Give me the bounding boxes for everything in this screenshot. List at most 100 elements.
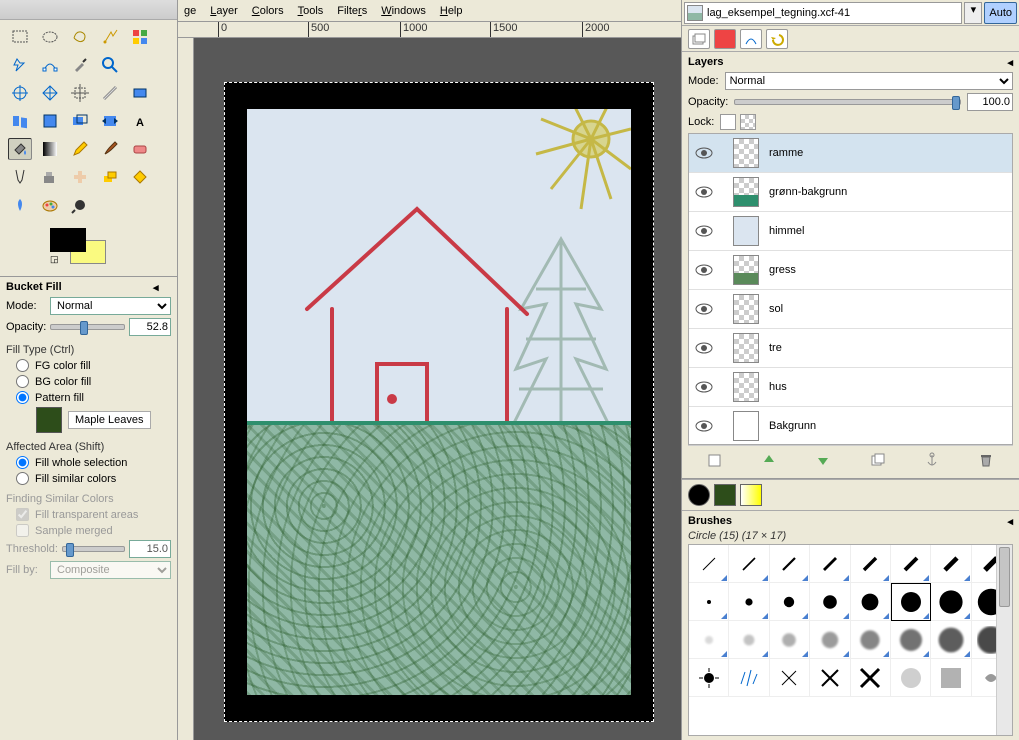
brush-item[interactable]: [851, 545, 891, 583]
brush-item[interactable]: [689, 545, 729, 583]
duplicate-layer-button[interactable]: [868, 450, 888, 470]
brush-item[interactable]: [931, 545, 971, 583]
heal-tool[interactable]: [68, 166, 92, 188]
tab-undo[interactable]: [766, 29, 788, 49]
delete-layer-button[interactable]: [976, 450, 996, 470]
mypaint-tool[interactable]: [38, 194, 62, 216]
visibility-icon[interactable]: [695, 417, 713, 435]
layer-row[interactable]: grønn-bakgrunn: [689, 173, 1012, 212]
menu-help[interactable]: Help: [440, 5, 463, 17]
layer-name[interactable]: tre: [769, 342, 782, 354]
layer-opacity-slider[interactable]: [734, 99, 961, 105]
brush-item[interactable]: [851, 659, 891, 697]
layer-row[interactable]: hus: [689, 368, 1012, 407]
scale-tool[interactable]: [98, 82, 122, 104]
lock-pixels-check[interactable]: [720, 114, 736, 130]
layers-menu-icon[interactable]: ◂: [1007, 56, 1013, 69]
visibility-icon[interactable]: [695, 222, 713, 240]
brush-item[interactable]: [729, 583, 769, 621]
brush-item[interactable]: [770, 659, 810, 697]
crop-tool[interactable]: [38, 82, 62, 104]
brush-item[interactable]: [810, 545, 850, 583]
new-layer-button[interactable]: [705, 450, 725, 470]
brush-tab[interactable]: [688, 484, 710, 506]
menu-tools[interactable]: Tools: [298, 5, 324, 17]
eraser-tool[interactable]: [128, 138, 152, 160]
visibility-icon[interactable]: [695, 144, 713, 162]
visibility-icon[interactable]: [695, 300, 713, 318]
brush-item[interactable]: [770, 583, 810, 621]
brush-item[interactable]: [891, 583, 931, 621]
layer-row[interactable]: tre: [689, 329, 1012, 368]
pattern-swatch[interactable]: [36, 407, 62, 433]
canvas-viewport[interactable]: [194, 38, 681, 740]
visibility-icon[interactable]: [695, 183, 713, 201]
ink-tool[interactable]: [8, 166, 32, 188]
layer-name[interactable]: hus: [769, 381, 787, 393]
brush-item[interactable]: [729, 621, 769, 659]
menu-windows[interactable]: Windows: [381, 5, 426, 17]
layer-name[interactable]: sol: [769, 303, 783, 315]
free-select-tool[interactable]: [68, 26, 92, 48]
color-picker-tool[interactable]: [68, 54, 92, 76]
tab-paths[interactable]: [740, 29, 762, 49]
layer-name[interactable]: grønn-bakgrunn: [769, 186, 847, 198]
brush-item[interactable]: [891, 621, 931, 659]
align-tool[interactable]: [8, 82, 32, 104]
mode-select[interactable]: Normal: [50, 297, 171, 315]
flip-tool[interactable]: [8, 110, 32, 132]
brush-item[interactable]: [810, 583, 850, 621]
rotate-tool[interactable]: [68, 82, 92, 104]
bg-fill-radio[interactable]: [16, 375, 29, 388]
brush-item[interactable]: [810, 621, 850, 659]
dodge-tool[interactable]: [8, 194, 32, 216]
rect-select-tool[interactable]: [8, 26, 32, 48]
visibility-icon[interactable]: [695, 261, 713, 279]
menu-colors[interactable]: Colors: [252, 5, 284, 17]
raise-layer-button[interactable]: [759, 450, 779, 470]
brush-item[interactable]: [770, 545, 810, 583]
gradient-tab[interactable]: [740, 484, 762, 506]
cage-tool[interactable]: [38, 110, 62, 132]
fill-whole-radio[interactable]: [16, 456, 29, 469]
layer-name[interactable]: ramme: [769, 147, 803, 159]
brush-item[interactable]: [931, 583, 971, 621]
bucket-fill-tool[interactable]: [8, 138, 32, 160]
brush-item[interactable]: [770, 621, 810, 659]
layer-row[interactable]: ramme: [689, 134, 1012, 173]
brushes-menu-icon[interactable]: ◂: [1007, 515, 1013, 528]
lower-layer-button[interactable]: [813, 450, 833, 470]
brush-item[interactable]: [851, 621, 891, 659]
brush-item[interactable]: [891, 659, 931, 697]
brush-scrollbar[interactable]: [996, 545, 1012, 735]
brush-item[interactable]: [810, 659, 850, 697]
image-selector[interactable]: lag_eksempel_tegning.xcf-41: [684, 2, 962, 24]
layer-row[interactable]: sol: [689, 290, 1012, 329]
shear-tool[interactable]: [128, 82, 152, 104]
brush-item[interactable]: [729, 659, 769, 697]
tab-channels[interactable]: [714, 29, 736, 49]
pencil-tool[interactable]: [68, 138, 92, 160]
fuzzy-select-tool[interactable]: [98, 26, 122, 48]
lock-alpha-check[interactable]: [740, 114, 756, 130]
brush-item[interactable]: [689, 621, 729, 659]
fg-fill-radio[interactable]: [16, 359, 29, 372]
visibility-icon[interactable]: [695, 378, 713, 396]
paths-tool[interactable]: [38, 54, 62, 76]
unified-transform-tool[interactable]: [68, 110, 92, 132]
auto-button[interactable]: Auto: [984, 2, 1017, 24]
swap-colors-icon[interactable]: ◲: [50, 254, 59, 265]
visibility-icon[interactable]: [695, 339, 713, 357]
brush-item[interactable]: [851, 583, 891, 621]
brush-item[interactable]: [729, 545, 769, 583]
brush-item[interactable]: [689, 583, 729, 621]
clone-tool[interactable]: [38, 166, 62, 188]
paintbrush-tool[interactable]: [98, 138, 122, 160]
by-color-select-tool[interactable]: [128, 26, 152, 48]
pattern-fill-radio[interactable]: [16, 391, 29, 404]
layer-name[interactable]: himmel: [769, 225, 804, 237]
text-tool[interactable]: A: [128, 110, 152, 132]
image-dropdown-icon[interactable]: ▾: [964, 2, 982, 24]
brush-item[interactable]: [689, 659, 729, 697]
perspective-clone-tool[interactable]: [98, 166, 122, 188]
